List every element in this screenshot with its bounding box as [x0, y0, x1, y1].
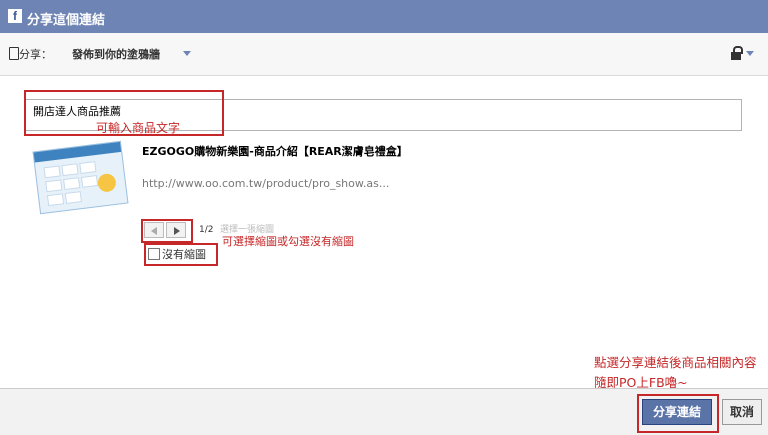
annotation-message-hint: 可輸入商品文字 — [96, 121, 181, 135]
annotation-box-checkbox — [144, 243, 218, 266]
share-target-select[interactable]: 發佈到你的塗鴉牆 — [72, 46, 160, 62]
annotation-box-share-button — [637, 394, 719, 433]
cancel-button[interactable]: 取消 — [722, 399, 762, 425]
dialog-title: 分享這個連結 — [27, 13, 106, 28]
chevron-down-icon[interactable] — [183, 51, 191, 56]
link-url: http://www.oo.com.tw/product/pro_show.as… — [142, 177, 390, 190]
annotation-share-hint: 點選分享連結後商品相關內容隨即PO上FB嚕~ — [594, 355, 757, 390]
link-thumbnail — [32, 140, 129, 215]
share-target-bar: 分享： 發佈到你的塗鴉牆 — [0, 33, 768, 76]
share-label: 分享： — [19, 48, 52, 61]
dialog-titlebar: f 分享這個連結 — [0, 0, 768, 33]
annotation-box-pager — [141, 219, 193, 243]
thumbnail-page-count: 1/2 — [199, 225, 214, 235]
lock-icon[interactable] — [730, 46, 743, 60]
share-to-icon — [9, 47, 19, 60]
facebook-logo-icon: f — [8, 9, 22, 23]
annotation-thumbnail-hint: 可選擇縮圖或勾選沒有縮圖 — [222, 235, 354, 248]
privacy-chevron-down-icon[interactable] — [746, 51, 754, 56]
link-title[interactable]: EZGOGO購物新樂園-商品介紹【REAR潔膚皂禮盒】 — [142, 145, 412, 159]
